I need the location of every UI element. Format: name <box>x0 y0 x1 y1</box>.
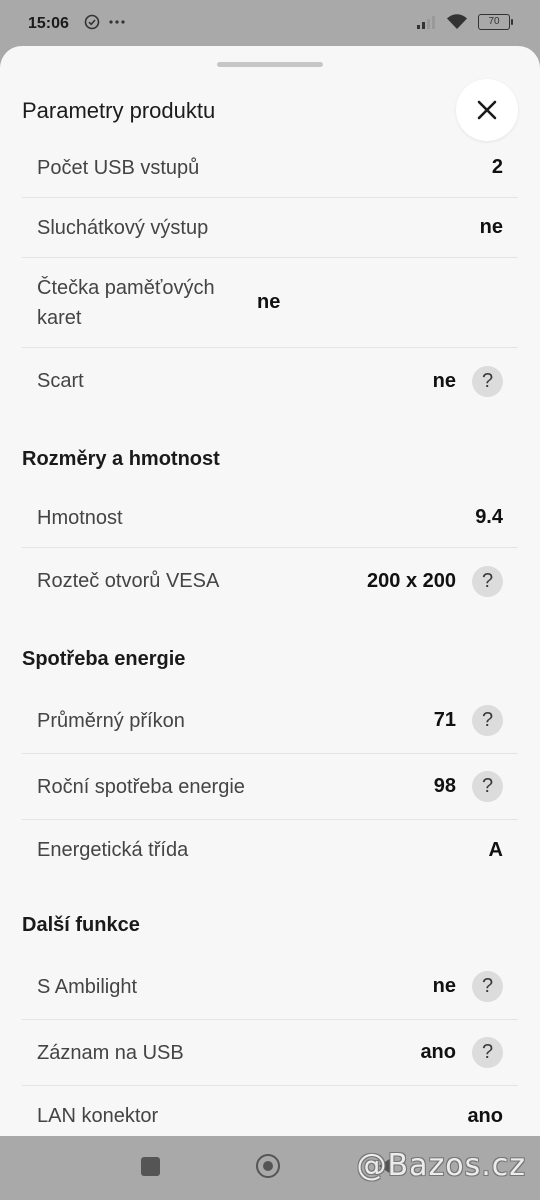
close-icon <box>477 100 497 120</box>
more-dots-icon <box>109 20 125 24</box>
status-time: 15:06 <box>28 15 69 32</box>
param-value: ne <box>432 975 456 997</box>
status-bar: 15:06 70 <box>0 0 540 48</box>
battery-icon: 70 <box>478 14 513 30</box>
param-label: Počet USB vstupů <box>37 156 200 179</box>
help-icon[interactable]: ? <box>472 771 503 802</box>
param-row: Čtečka paměťových karet ne <box>22 258 518 348</box>
section-title-dimensions: Rozměry a hmotnost <box>22 448 220 470</box>
param-value: 2 <box>491 156 503 178</box>
status-notification-icons <box>84 14 126 30</box>
param-row: Průměrný příkon 71 ? <box>22 688 518 754</box>
param-row: S Ambilight ne ? <box>22 954 518 1020</box>
section-title-energy: Spotřeba energie <box>22 648 186 670</box>
drag-handle[interactable] <box>217 62 323 67</box>
param-value: 9.4 <box>475 506 503 528</box>
close-button[interactable] <box>456 79 518 141</box>
param-row: Počet USB vstupů 2 <box>22 138 518 198</box>
param-row: Roční spotřeba energie 98 ? <box>22 754 518 820</box>
system-navigation-bar: @Bazos.cz <box>0 1136 540 1200</box>
param-row: Rozteč otvorů VESA 200 x 200 ? <box>22 548 518 614</box>
param-value: 98 <box>433 775 456 797</box>
param-label: S Ambilight <box>37 975 138 998</box>
param-row: Hmotnost 9.4 <box>22 488 518 548</box>
param-row: Záznam na USB ano ? <box>22 1020 518 1086</box>
param-row: Scart ne ? <box>22 348 518 414</box>
recent-apps-icon[interactable] <box>141 1157 160 1176</box>
param-label: Průměrný příkon <box>37 709 185 732</box>
param-value: A <box>488 838 503 861</box>
param-value: 200 x 200 <box>367 569 456 592</box>
signal-icon <box>417 16 435 29</box>
help-icon[interactable]: ? <box>472 1037 503 1068</box>
param-row: Sluchátkový výstup ne <box>22 198 518 258</box>
param-label: Záznam na USB <box>37 1041 184 1064</box>
home-icon[interactable] <box>256 1154 280 1178</box>
param-label: Rozteč otvorů VESA <box>37 570 220 592</box>
param-label: LAN konektor <box>37 1105 159 1127</box>
param-label: Energetická třída <box>37 839 189 861</box>
param-label: Roční spotřeba energie <box>37 775 245 798</box>
param-value: ano <box>420 1041 456 1063</box>
param-label: Sluchátkový výstup <box>37 216 209 239</box>
help-icon[interactable]: ? <box>472 365 503 397</box>
watermark-logo: @Bazos.cz <box>356 1148 526 1183</box>
status-system-icons: 70 <box>416 14 513 30</box>
param-value: ne <box>479 216 503 238</box>
param-label: Scart <box>37 370 84 392</box>
help-icon[interactable]: ? <box>472 705 503 736</box>
param-value: ano <box>467 1104 503 1127</box>
product-parameters-sheet: Parametry produktu Počet USB vstupů 2 Sl… <box>0 46 540 1136</box>
help-icon[interactable]: ? <box>472 971 503 1002</box>
param-row: LAN konektor ano <box>22 1086 518 1136</box>
param-label: Čtečka paměťových karet <box>37 276 215 329</box>
sheet-title: Parametry produktu <box>22 98 216 123</box>
param-row: Energetická třída A <box>22 820 518 880</box>
parameters-list: Počet USB vstupů 2 Sluchátkový výstup ne… <box>0 138 540 1136</box>
wifi-icon <box>447 14 467 29</box>
param-value: ne <box>257 291 281 313</box>
param-value: ne <box>432 369 456 392</box>
param-value: 71 <box>433 709 456 731</box>
check-circle-icon <box>84 14 100 30</box>
help-icon[interactable]: ? <box>472 565 503 597</box>
param-label: Hmotnost <box>37 506 123 529</box>
section-title-other-features: Další funkce <box>22 914 140 936</box>
